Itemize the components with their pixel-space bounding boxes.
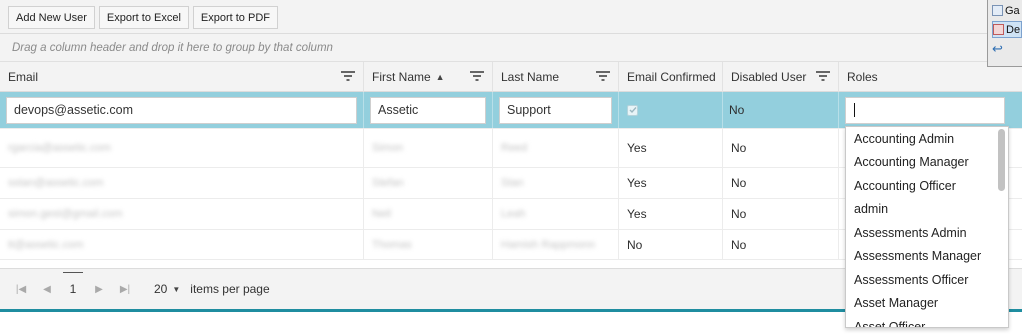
grid-toolbar: Add New User Export to Excel Export to P…	[0, 0, 1022, 34]
first-name-field[interactable]: Assetic	[370, 96, 486, 124]
first-page-icon[interactable]: |◀	[8, 284, 34, 295]
edit-last-name-cell: Support	[493, 92, 619, 128]
cell-email: rgarcia@assetic.com	[0, 129, 364, 167]
header-email-confirmed-label: Email Confirmed	[627, 70, 716, 84]
last-name-field[interactable]: Support	[499, 96, 612, 124]
header-disabled-user-label: Disabled User	[731, 70, 807, 84]
cell-email-confirmed: Yes	[619, 129, 723, 167]
cell-email-confirmed: Yes	[619, 168, 723, 198]
chevron-down-icon: ▼	[172, 284, 181, 294]
roles-dropdown-list[interactable]: Accounting Admin Accounting Manager Acco…	[845, 126, 1009, 328]
cell-disabled-user: No	[723, 230, 839, 259]
add-new-user-button[interactable]: Add New User	[8, 6, 95, 29]
column-header-row: Email First Name ▲ Last Name Email Confi…	[0, 62, 1022, 92]
roles-option[interactable]: Assessments Manager	[846, 245, 1008, 269]
filter-icon[interactable]	[341, 70, 355, 82]
filter-icon[interactable]	[596, 70, 610, 82]
dropdown-scrollbar[interactable]	[998, 129, 1005, 191]
roles-option[interactable]: Accounting Officer	[846, 174, 1008, 198]
last-page-icon[interactable]: ▶|	[112, 284, 138, 295]
cell-disabled-user: No	[723, 168, 839, 198]
checkmark-icon	[629, 107, 637, 114]
cell-first-name: Neil	[364, 199, 493, 229]
page-size-value: 20	[154, 282, 168, 296]
edit-email-confirmed-cell	[619, 92, 723, 128]
context-menu-item[interactable]: Ga	[992, 2, 1022, 19]
cell-email: simon.gest@gmail.com	[0, 199, 364, 229]
header-roles-label: Roles	[847, 70, 878, 84]
context-menu-fragment: Ga De ↩	[987, 0, 1022, 67]
cell-email: sstan@assetic.com	[0, 168, 364, 198]
roles-option[interactable]: Accounting Admin	[846, 127, 1008, 151]
edit-roles-cell	[839, 92, 1022, 128]
edit-first-name-cell: Assetic	[364, 92, 493, 128]
group-by-hint[interactable]: Drag a column header and drop it here to…	[0, 34, 1022, 62]
next-page-icon[interactable]: ▶	[86, 284, 112, 295]
cell-disabled-user: No	[723, 129, 839, 167]
header-last-name-label: Last Name	[501, 70, 560, 84]
header-disabled-user[interactable]: Disabled User	[723, 62, 839, 92]
cell-first-name: Stefan	[364, 168, 493, 198]
export-pdf-button[interactable]: Export to PDF	[192, 6, 278, 29]
cell-disabled-user: No	[723, 199, 839, 229]
delete-icon	[993, 24, 1004, 35]
prev-page-icon[interactable]: ◀	[34, 284, 60, 295]
header-last-name[interactable]: Last Name	[493, 62, 619, 92]
cell-last-name: Stan	[493, 168, 619, 198]
context-menu-item[interactable]: De	[992, 21, 1022, 38]
cell-email-confirmed: No	[619, 230, 723, 259]
disabled-user-value: No	[729, 103, 745, 117]
email-field[interactable]: devops@assetic.com	[6, 96, 357, 124]
cell-last-name: Reed	[493, 129, 619, 167]
context-menu-item[interactable]: ↩	[992, 40, 1022, 57]
roles-option[interactable]: Asset Manager	[846, 292, 1008, 316]
text-caret	[854, 103, 855, 117]
roles-option[interactable]: Asset Officer	[846, 315, 1008, 327]
edit-email-cell: devops@assetic.com	[0, 92, 364, 128]
roles-option[interactable]: Assessments Admin	[846, 221, 1008, 245]
header-email-label: Email	[8, 70, 39, 84]
header-email[interactable]: Email	[0, 62, 364, 92]
roles-option[interactable]: admin	[846, 198, 1008, 222]
sort-ascending-icon: ▲	[435, 72, 445, 82]
filter-icon[interactable]	[816, 70, 830, 82]
undo-icon: ↩	[992, 40, 1003, 56]
page-number-current[interactable]: 1	[60, 272, 86, 296]
page-size-select[interactable]: 20 ▼	[154, 282, 180, 296]
filter-icon[interactable]	[470, 70, 484, 82]
cell-last-name: Hamish Rappmonn	[493, 230, 619, 259]
cell-email: tt@assetic.com	[0, 230, 364, 259]
grid-icon	[992, 5, 1003, 16]
items-per-page-label: items per page	[190, 282, 270, 296]
email-confirmed-checkbox[interactable]	[627, 104, 638, 116]
roles-multiselect-input[interactable]	[845, 96, 1005, 124]
roles-option[interactable]: Accounting Manager	[846, 151, 1008, 175]
cell-last-name: Leah	[493, 199, 619, 229]
header-first-name-label: First Name	[372, 70, 431, 84]
cell-email-confirmed: Yes	[619, 199, 723, 229]
roles-option[interactable]: Assessments Officer	[846, 268, 1008, 292]
header-first-name[interactable]: First Name ▲	[364, 62, 493, 92]
header-email-confirmed[interactable]: Email Confirmed	[619, 62, 723, 92]
edit-disabled-user-cell: No	[723, 92, 839, 128]
export-excel-button[interactable]: Export to Excel	[98, 6, 189, 29]
cell-first-name: Thomas	[364, 230, 493, 259]
table-row-editing[interactable]: devops@assetic.com Assetic Support No	[0, 92, 1022, 129]
cell-first-name: Simon	[364, 129, 493, 167]
